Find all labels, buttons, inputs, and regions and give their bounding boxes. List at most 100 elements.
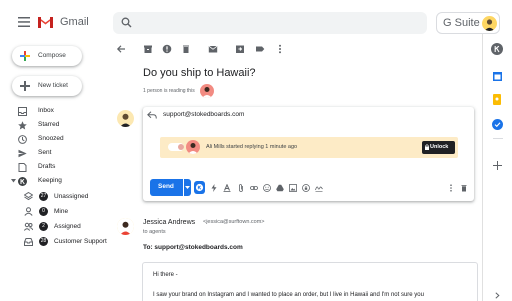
collision-notice-text: Ali Mills started replying 1 minute ago xyxy=(206,144,298,150)
search-icon[interactable] xyxy=(121,17,132,28)
sidebar-item-label: Customer Support xyxy=(54,238,107,245)
account-avatar[interactable] xyxy=(482,16,497,31)
agent-avatar xyxy=(186,140,200,154)
calendar-icon[interactable] xyxy=(493,71,505,83)
compose-label: Compose xyxy=(38,52,66,59)
sidebar-item-label: Snoozed xyxy=(38,135,64,142)
main-menu-icon[interactable] xyxy=(18,17,30,27)
sidebar-subitem-customer-support[interactable]: 28 Customer Support xyxy=(0,235,108,249)
sidebar-item-snoozed[interactable]: Snoozed xyxy=(0,132,108,146)
sidebar-item-label: Sent xyxy=(38,149,52,156)
discard-draft-icon[interactable] xyxy=(460,184,468,192)
collapse-panel-icon[interactable] xyxy=(495,292,500,299)
reply-icon[interactable] xyxy=(147,111,157,119)
to-line: To: support@stokedboards.com xyxy=(143,244,243,251)
reply-composer: support@stokedboards.com Ali Mills start… xyxy=(143,107,474,201)
inbox-icon xyxy=(18,107,27,116)
sidebar-item-inbox[interactable]: Inbox xyxy=(0,104,108,118)
keeping-addon-icon[interactable] xyxy=(491,43,503,55)
report-spam-icon[interactable] xyxy=(162,44,172,54)
layers-icon xyxy=(24,192,33,201)
rail-divider xyxy=(493,138,503,139)
top-bar: Gmail G Suite xyxy=(0,0,512,46)
lock-toggle[interactable] xyxy=(168,143,184,151)
tasks-icon[interactable] xyxy=(492,119,504,131)
collision-notice: Ali Mills started replying 1 minute ago … xyxy=(160,137,458,158)
sidebar-item-label: Keeping xyxy=(38,177,62,184)
text-format-icon[interactable] xyxy=(223,184,231,192)
app-name: Gmail xyxy=(60,16,89,28)
body-greeting: Hi there - xyxy=(153,272,178,278)
count-badge: 27 xyxy=(39,192,48,201)
sidebar-item-sent[interactable]: Sent xyxy=(0,146,108,160)
move-to-icon[interactable] xyxy=(235,44,245,54)
send-label: Send xyxy=(158,183,174,190)
attach-file-icon[interactable] xyxy=(237,184,245,192)
count-badge: 0 xyxy=(39,207,48,216)
sidebar-item-label: Drafts xyxy=(38,163,56,170)
gsuite-label: G Suite xyxy=(443,17,480,29)
signature-icon[interactable] xyxy=(315,184,323,192)
person-icon xyxy=(24,207,33,216)
sidebar-item-label: Starred xyxy=(38,121,60,128)
search-bar[interactable] xyxy=(113,12,427,34)
draft-icon xyxy=(18,163,27,172)
reader-avatar xyxy=(200,84,214,98)
count-badge: 28 xyxy=(39,237,48,246)
sender-email: <jessica@surftown.com> xyxy=(203,219,265,225)
send-icon xyxy=(18,149,27,158)
insert-photo-icon[interactable] xyxy=(289,184,297,192)
caret-down-icon xyxy=(185,186,190,189)
plus-icon xyxy=(20,81,30,91)
sidebar-item-keeping[interactable]: Keeping xyxy=(0,174,108,188)
inbox-tray-icon xyxy=(24,237,33,246)
emoji-icon[interactable] xyxy=(263,184,271,192)
archive-icon[interactable] xyxy=(143,44,153,54)
sidebar-subitem-mine[interactable]: 0 Mine xyxy=(0,205,108,219)
back-arrow-icon[interactable] xyxy=(116,44,126,54)
plus-icon xyxy=(20,51,30,61)
reply-author-avatar xyxy=(117,110,134,127)
insert-link-icon[interactable] xyxy=(250,184,258,192)
add-addon-icon[interactable] xyxy=(493,161,505,173)
side-panel-rail xyxy=(482,34,512,301)
keeping-icon xyxy=(18,177,27,186)
unlock-button[interactable]: Unlock xyxy=(422,141,455,154)
caret-down-icon[interactable] xyxy=(11,179,16,183)
send-options-dropdown[interactable] xyxy=(184,179,191,196)
new-ticket-button[interactable]: New ticket xyxy=(12,76,82,96)
body-text: I saw your brand on Instagram and I want… xyxy=(153,292,424,298)
new-ticket-label: New ticket xyxy=(38,82,68,89)
lightning-icon[interactable] xyxy=(210,184,218,192)
sidebar-item-label: Unassigned xyxy=(54,193,89,200)
reply-recipient[interactable]: support@stokedboards.com xyxy=(163,111,244,118)
compose-button[interactable]: Compose xyxy=(12,46,82,66)
sidebar-subitem-assigned[interactable]: 2 Assigned xyxy=(0,220,108,234)
more-vert-icon[interactable] xyxy=(275,44,285,54)
sidebar-item-drafts[interactable]: Drafts xyxy=(0,160,108,174)
sidebar-item-label: Inbox xyxy=(38,107,54,114)
reading-status: 1 person is reading this xyxy=(143,88,195,94)
unlock-label: Unlock xyxy=(430,144,449,150)
label-icon[interactable] xyxy=(255,44,265,54)
sidebar-subitem-unassigned[interactable]: 27 Unassigned xyxy=(0,190,108,204)
sidebar-item-starred[interactable]: Starred xyxy=(0,118,108,132)
sidebar-item-label: Mine xyxy=(54,208,69,215)
confidential-mode-icon[interactable] xyxy=(302,184,310,192)
clock-icon xyxy=(18,135,27,144)
sidebar-item-label: Assigned xyxy=(54,223,81,230)
star-icon xyxy=(18,121,27,130)
delete-icon[interactable] xyxy=(181,44,191,54)
google-drive-icon[interactable] xyxy=(276,184,284,192)
count-badge: 2 xyxy=(39,222,48,231)
keeping-action-button[interactable] xyxy=(194,181,205,194)
gsuite-account-switcher[interactable]: G Suite xyxy=(436,12,500,34)
people-icon xyxy=(24,222,33,231)
gmail-logo-icon[interactable] xyxy=(37,15,54,28)
sender-avatar xyxy=(117,218,134,235)
more-options-icon[interactable] xyxy=(447,184,455,192)
thread-subject: Do you ship to Hawaii? xyxy=(143,67,256,79)
keep-notes-icon[interactable] xyxy=(493,94,505,106)
send-button[interactable]: Send xyxy=(150,179,183,196)
mark-unread-icon[interactable] xyxy=(208,44,218,54)
